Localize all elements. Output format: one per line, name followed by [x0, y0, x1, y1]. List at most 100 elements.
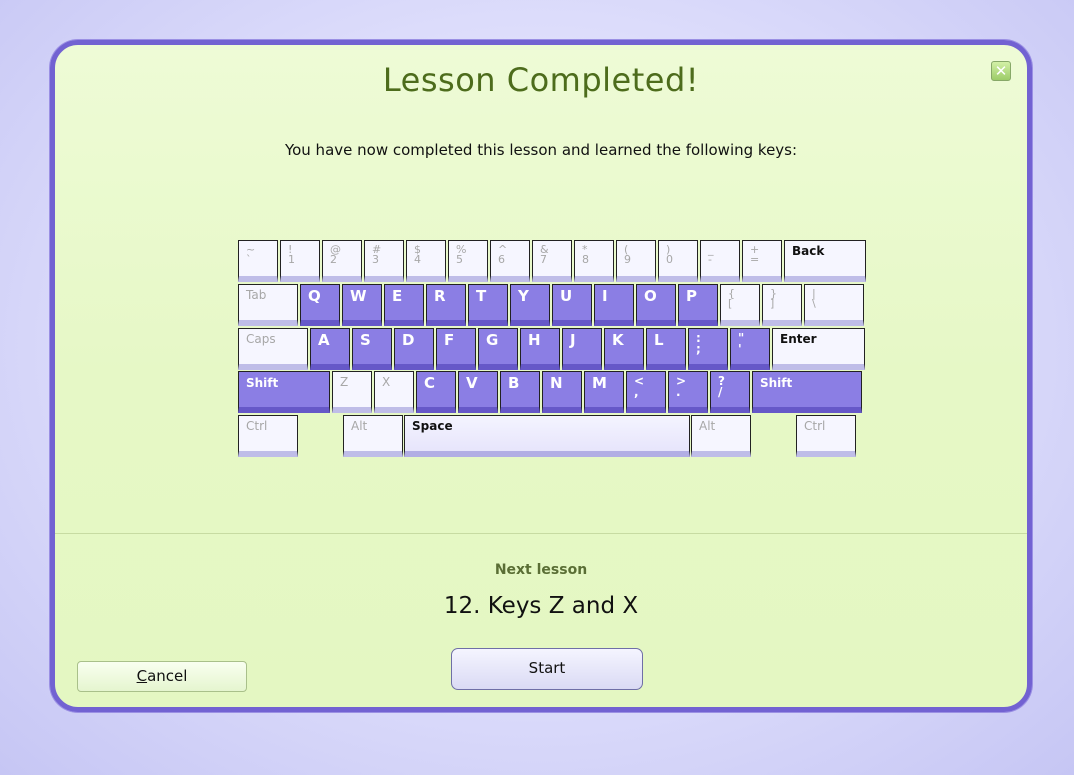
key-symbol: _ - [700, 240, 740, 282]
key-7: & 7 [532, 240, 572, 282]
key-symbol: " ' [730, 328, 770, 370]
key-label: { [ [728, 287, 735, 310]
key-label: V [466, 374, 478, 392]
key-3: # 3 [364, 240, 404, 282]
key-symbol: > . [668, 371, 708, 413]
key-label: N [550, 374, 563, 392]
key-d: D [394, 328, 434, 370]
key-label: C [424, 374, 436, 392]
key-label: ^ 6 [498, 243, 508, 266]
key-label: Ctrl [804, 419, 826, 433]
key-symbol: : ; [688, 328, 728, 370]
cancel-button-label: Cancel [136, 667, 188, 685]
key-j: J [562, 328, 602, 370]
key-m: M [584, 371, 624, 413]
key-enter: Enter [772, 328, 865, 370]
close-icon[interactable]: ✕ [991, 61, 1011, 81]
key-label: @ 2 [330, 243, 341, 266]
key-a: A [310, 328, 350, 370]
key-label: D [402, 331, 415, 349]
key-x: X [374, 371, 414, 413]
key-symbol: + = [742, 240, 782, 282]
key-symbol: ~ ` [238, 240, 278, 282]
completion-message: You have now completed this lesson and l… [284, 141, 798, 159]
key-label: B [508, 374, 520, 392]
key-label: Shift [246, 376, 279, 390]
key-n: N [542, 371, 582, 413]
key-label: X [382, 375, 391, 389]
key-label: I [602, 287, 608, 305]
key-symbol: } ] [762, 284, 802, 326]
key-b: B [500, 371, 540, 413]
key-label: O [644, 287, 657, 305]
key-f: F [436, 328, 476, 370]
key-label: | \ [812, 287, 816, 310]
key-label: " ' [738, 331, 745, 356]
key-label: R [434, 287, 446, 305]
next-lesson-label: Next lesson [494, 562, 588, 578]
key-label: % 5 [456, 243, 467, 266]
key-t: T [468, 284, 508, 326]
key-tab: Tab [238, 284, 298, 326]
key-label: Q [308, 287, 321, 305]
key-shift: Shift [238, 371, 330, 413]
key-w: W [342, 284, 382, 326]
key-label: F [444, 331, 455, 349]
key-label: ( 9 [624, 243, 631, 266]
key-label: A [318, 331, 330, 349]
key-label: & 7 [540, 243, 549, 266]
key-k: K [604, 328, 644, 370]
key-label: : ; [696, 331, 701, 356]
key-shift: Shift [752, 371, 862, 413]
key-symbol: | \ [804, 284, 864, 326]
key-label: Caps [246, 332, 276, 346]
key-symbol: { [ [720, 284, 760, 326]
key-label: J [570, 331, 576, 349]
key-v: V [458, 371, 498, 413]
key-label: ~ ` [246, 243, 256, 266]
key-q: Q [300, 284, 340, 326]
key-label: E [392, 287, 403, 305]
key-symbol: < , [626, 371, 666, 413]
keyboard-diagram: ~ ` ! 1 @ 2 # 3 $ 4 % 5 ^ 6 & 7 * 8 ( 9 ) 0 _ - + = B… [238, 240, 866, 460]
key-r: R [426, 284, 466, 326]
key-label: K [612, 331, 624, 349]
key-alt: Alt [343, 415, 403, 457]
key-label: M [592, 374, 607, 392]
key-g: G [478, 328, 518, 370]
key-label: S [360, 331, 371, 349]
key-2: @ 2 [322, 240, 362, 282]
key-label: Back [792, 244, 825, 258]
key-label: _ - [708, 243, 714, 266]
key-ctrl: Ctrl [238, 415, 298, 457]
key-label: Tab [246, 288, 267, 302]
key-label: < , [634, 374, 645, 399]
key-h: H [520, 328, 560, 370]
section-divider [55, 533, 1027, 534]
key-label: } ] [770, 287, 777, 310]
key-label: ? / [718, 374, 725, 399]
lesson-complete-dialog: Lesson Completed! ✕ You have now complet… [50, 40, 1032, 712]
key-y: Y [510, 284, 550, 326]
key-label: ! 1 [288, 243, 295, 266]
start-button[interactable]: Start [451, 648, 643, 690]
key-label: Space [412, 419, 453, 433]
key-1: ! 1 [280, 240, 320, 282]
key-label: * 8 [582, 243, 589, 266]
key-label: Z [340, 375, 349, 389]
key-label: G [486, 331, 499, 349]
next-lesson-title: 12. Keys Z and X [443, 593, 639, 619]
key-label: H [528, 331, 541, 349]
key-c: C [416, 371, 456, 413]
key-e: E [384, 284, 424, 326]
key-s: S [352, 328, 392, 370]
cancel-button[interactable]: Cancel [77, 661, 247, 692]
key-p: P [678, 284, 718, 326]
key-4: $ 4 [406, 240, 446, 282]
key-u: U [552, 284, 592, 326]
key-label: Ctrl [246, 419, 268, 433]
key-0: ) 0 [658, 240, 698, 282]
key-o: O [636, 284, 676, 326]
key-l: L [646, 328, 686, 370]
key-symbol: ? / [710, 371, 750, 413]
